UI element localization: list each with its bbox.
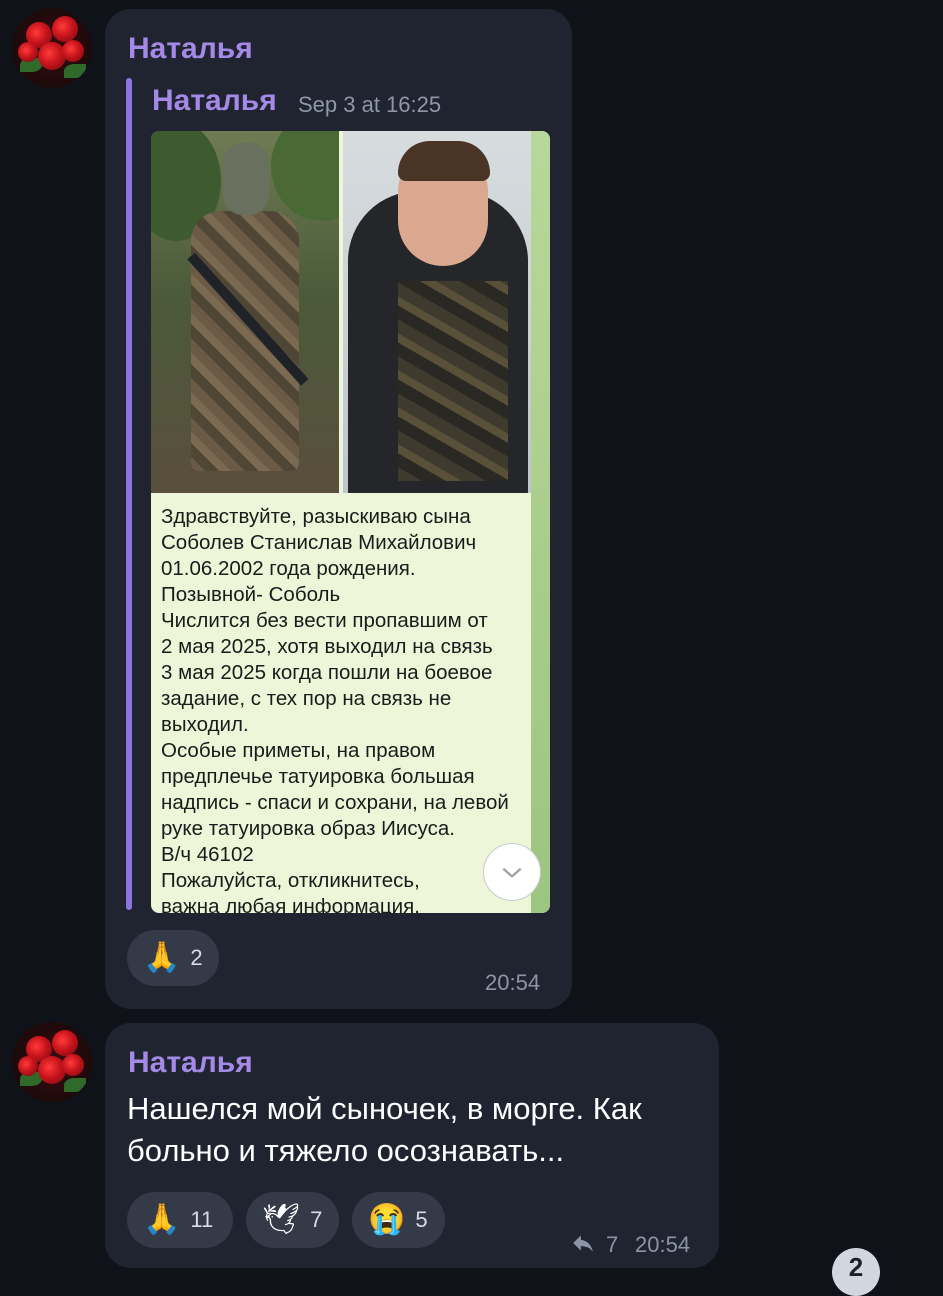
message-text: Нашелся мой сыночек, в морге. Как больно… [127, 1091, 642, 1168]
sender-name[interactable]: Наталья [128, 1046, 253, 1080]
reply-arrow-icon[interactable] [570, 1230, 596, 1256]
pray-icon: 🙏 [143, 941, 181, 974]
chevron-down-icon [499, 859, 525, 885]
forward-quote-bar [126, 78, 132, 910]
dove-icon: 🕊 [262, 1203, 301, 1236]
reaction-count: 7 [310, 1207, 323, 1232]
crying-face-icon: 😭 [368, 1203, 406, 1236]
forwarded-photo[interactable]: Здравствуйте, разыскиваю сына Соболев Ст… [151, 131, 550, 913]
reply-count[interactable]: 7 [606, 1232, 618, 1258]
photo-soldier [151, 131, 339, 493]
expand-button[interactable] [483, 843, 541, 901]
forwarded-date: Sep 3 at 16:25 [298, 92, 442, 117]
avatar[interactable] [12, 1022, 92, 1102]
reaction-pray[interactable]: 🙏 11 [127, 1192, 233, 1248]
reaction-dove[interactable]: 🕊 7 [246, 1192, 339, 1248]
photo-man [343, 131, 531, 493]
sender-name[interactable]: Наталья [128, 32, 253, 66]
message-time: 20:54 [635, 1232, 691, 1257]
pray-icon: 🙏 [143, 1203, 181, 1236]
photo-caption-text: Здравствуйте, разыскиваю сына Соболев Ст… [161, 505, 509, 913]
reaction-count: 5 [415, 1207, 428, 1232]
forwarded-from-name[interactable]: Наталья [152, 84, 277, 118]
reaction-crying[interactable]: 😭 5 [352, 1192, 445, 1248]
unread-badge[interactable]: 2 [832, 1248, 880, 1296]
reaction-pray[interactable]: 🙏 2 [127, 930, 219, 986]
avatar[interactable] [12, 8, 92, 88]
reaction-count: 11 [190, 1207, 214, 1232]
reaction-count: 2 [190, 945, 203, 970]
message-time: 20:54 [485, 970, 541, 995]
